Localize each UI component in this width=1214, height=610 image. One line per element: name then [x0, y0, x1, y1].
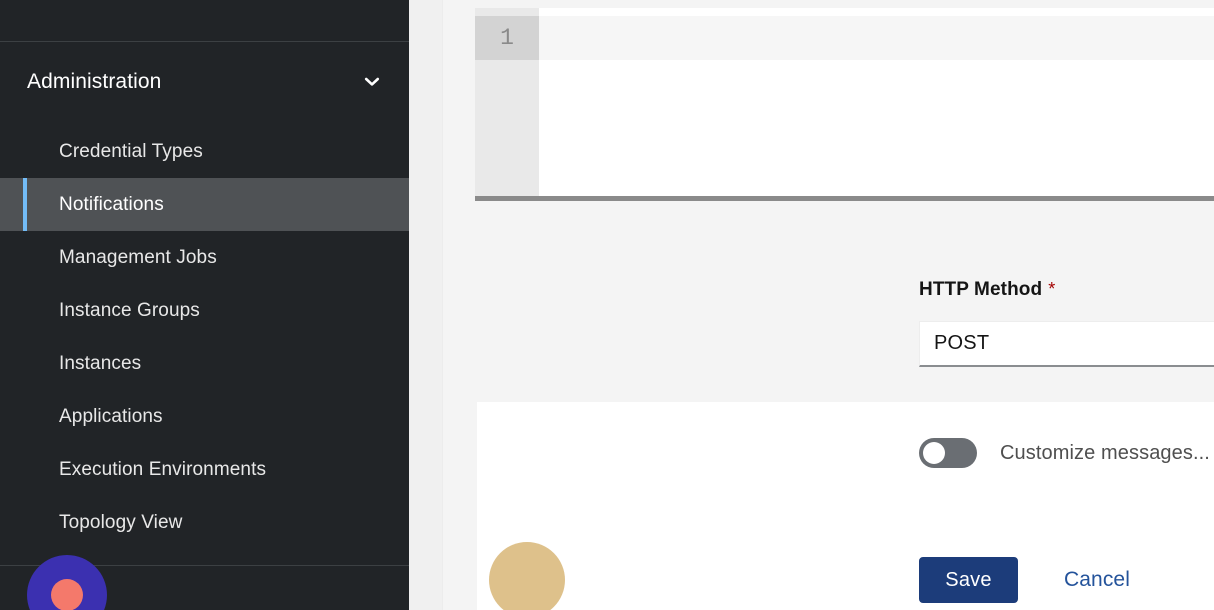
avatar-inner-dot [51, 579, 83, 610]
sidebar-item-label: Management Jobs [59, 246, 217, 268]
http-method-label-text: HTTP Method [919, 279, 1043, 300]
sidebar-item-label: Notifications [59, 193, 164, 215]
customize-messages-toggle[interactable] [919, 438, 977, 468]
customize-messages-row: Customize messages... [919, 438, 1210, 468]
main-left-gutter [409, 0, 443, 610]
sidebar-group-administration[interactable]: Administration [0, 56, 409, 108]
form-panel: 1 HTTP Method * POST Customize messages.… [443, 0, 1214, 610]
code-editor[interactable]: 1 [475, 8, 1214, 196]
http-method-label: HTTP Method * [919, 279, 1055, 301]
sidebar-item-label: Instance Groups [59, 299, 200, 321]
chevron-down-icon[interactable] [363, 73, 381, 91]
sidebar-item-label: Topology View [59, 511, 183, 533]
sidebar-item-execution-environments[interactable]: Execution Environments [0, 443, 409, 496]
sidebar-item-instance-groups[interactable]: Instance Groups [0, 284, 409, 337]
sidebar-item-applications[interactable]: Applications [0, 390, 409, 443]
http-method-select[interactable]: POST [919, 321, 1214, 367]
cancel-button[interactable]: Cancel [1064, 568, 1130, 592]
code-editor-active-line-number: 1 [475, 16, 539, 60]
app-root: Teams Administration Credential Types No… [0, 0, 1214, 610]
code-editor-active-line[interactable] [539, 16, 1214, 60]
form-footer-section: Customize messages... Save Cancel [477, 402, 1214, 610]
sidebar-item-instances[interactable]: Instances [0, 337, 409, 390]
code-editor-horizontal-scrollbar[interactable] [475, 196, 1214, 201]
sidebar-item-label: Applications [59, 405, 163, 427]
sidebar-item-label: Credential Types [59, 140, 203, 162]
sidebar-item-topology-view[interactable]: Topology View [0, 496, 409, 549]
save-button[interactable]: Save [919, 557, 1018, 603]
sidebar-group-label: Administration [27, 70, 162, 93]
sidebar-truncated-item[interactable]: Teams [0, 0, 409, 41]
required-marker: * [1048, 279, 1056, 299]
main-content: 1 HTTP Method * POST Customize messages.… [409, 0, 1214, 610]
sidebar-navigation: Teams Administration Credential Types No… [0, 0, 409, 610]
sidebar-item-management-jobs[interactable]: Management Jobs [0, 231, 409, 284]
sidebar-item-notifications[interactable]: Notifications [0, 178, 409, 231]
sidebar-truncated-item-label: Teams [60, 0, 117, 6]
sidebar-item-list: Credential Types Notifications Managemen… [0, 125, 409, 549]
toggle-knob [923, 442, 945, 464]
customize-messages-label: Customize messages... [1000, 441, 1210, 464]
code-editor-text-area[interactable] [539, 60, 1214, 196]
line-number-label: 1 [500, 25, 514, 51]
sidebar-item-label: Instances [59, 352, 142, 374]
http-method-selected-value: POST [934, 332, 990, 354]
sidebar-item-credential-types[interactable]: Credential Types [0, 125, 409, 178]
sidebar-item-label: Execution Environments [59, 458, 267, 480]
sidebar-divider-top [0, 41, 409, 42]
active-accent-bar [23, 178, 27, 231]
form-actions: Save Cancel [919, 557, 1130, 603]
avatar[interactable] [27, 555, 107, 610]
